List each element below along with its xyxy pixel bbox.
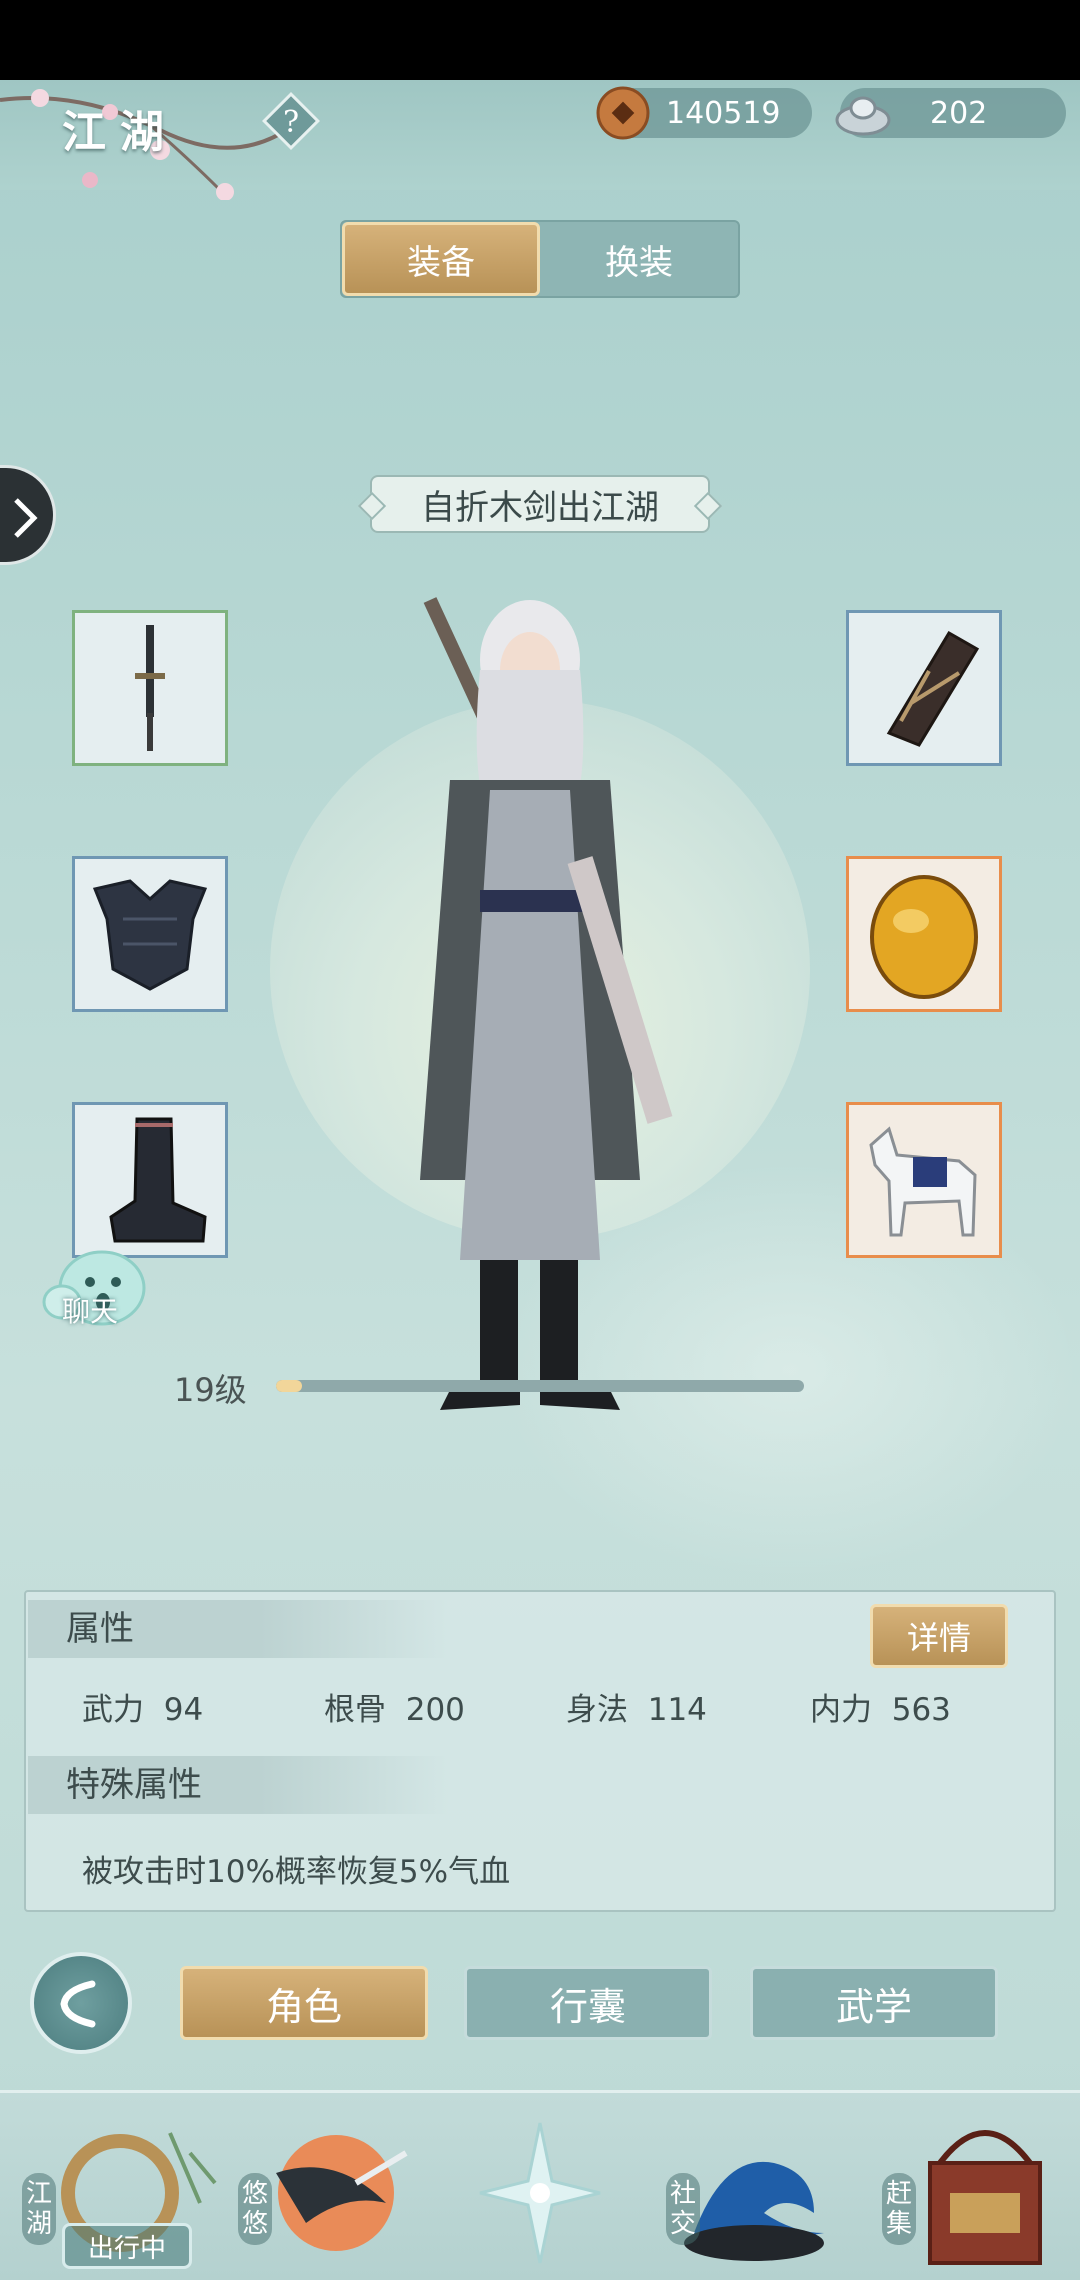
dock-jianghu-label: 江湖 [22,2173,56,2245]
special-attributes-heading: 特殊属性 [28,1756,448,1814]
side-panel-toggle[interactable] [0,465,56,565]
top-bar: 江湖 ? 140519 202 [0,80,1080,200]
amber-gem-icon [870,875,978,999]
silver-amount: 202 [930,95,988,131]
back-button[interactable] [30,1952,132,2054]
dock-center[interactable] [470,2093,610,2280]
stat-inner-power: 内力 563 [810,1692,951,1728]
dock-jianghu[interactable]: 江湖 出行中 [20,2093,220,2280]
stat-agility: 身法 114 [566,1692,707,1728]
accessory-slot[interactable] [846,856,1002,1012]
weapon-slot[interactable] [72,610,228,766]
dock-market-label: 赶集 [882,2173,916,2245]
chat-label[interactable]: 聊天 [62,1290,142,1330]
copper-coin-icon [596,86,650,140]
traveling-badge: 出行中 [62,2223,192,2269]
copper-coin-counter: 140519 [596,86,812,140]
special-attribute-text: 被攻击时10%概率恢复5%气血 [82,1854,511,1890]
dock-social[interactable]: 社交 [664,2093,844,2280]
bracer-icon [886,630,980,747]
bottom-dock: 江湖 出行中 悠悠 社交 赶集 [0,2090,1080,2280]
chevron-right-icon [14,498,38,538]
armor-slot[interactable] [72,856,228,1012]
help-button[interactable]: ? [258,88,324,154]
attributes-heading: 属性 [28,1600,448,1658]
back-arrow-icon [60,1980,96,2028]
details-button[interactable]: 详情 [870,1604,1008,1668]
nav-character[interactable]: 角色 [180,1966,428,2040]
attributes-panel: 属性 详情 武力 94 根骨 200 身法 114 内力 563 特殊属性 被攻… [24,1590,1056,1912]
tab-outfit[interactable]: 换装 [540,222,738,296]
equipment-screen: 江湖 ? 140519 202 装备 换装 自折木剑出江湖 聊天 19级 属性 … [0,80,1080,2280]
mount-slot[interactable] [846,1102,1002,1258]
bracer-slot[interactable] [846,610,1002,766]
sword-icon [135,625,165,751]
copper-amount: 140519 [666,95,781,131]
armor-icon [92,879,208,991]
nav-martial-arts[interactable]: 武学 [750,1966,998,2040]
compass-star-icon [479,2122,601,2264]
dock-youyou[interactable]: 悠悠 [236,2093,416,2280]
level-progress-bar [276,1380,804,1392]
nav-inventory[interactable]: 行囊 [464,1966,712,2040]
stat-constitution: 根骨 200 [324,1692,465,1728]
horse-icon [869,1126,977,1237]
silver-ingot-counter: 202 [835,88,1066,138]
dock-youyou-label: 悠悠 [238,2173,272,2245]
dock-social-label: 社交 [666,2173,700,2245]
level-progress-fill [276,1380,303,1392]
silver-ingot-icon [835,96,891,136]
stat-strength: 武力 94 [82,1692,204,1728]
tab-equip[interactable]: 装备 [342,222,541,296]
svg-text:?: ? [283,105,299,140]
character-title-banner: 自折木剑出江湖 [370,475,710,533]
character-model [420,597,673,1410]
page-title: 江湖 [62,107,178,158]
level-label: 19级 [174,1371,247,1409]
equipment-tabs: 装备 换装 [340,220,740,298]
dock-market[interactable]: 赶集 [880,2093,1070,2280]
